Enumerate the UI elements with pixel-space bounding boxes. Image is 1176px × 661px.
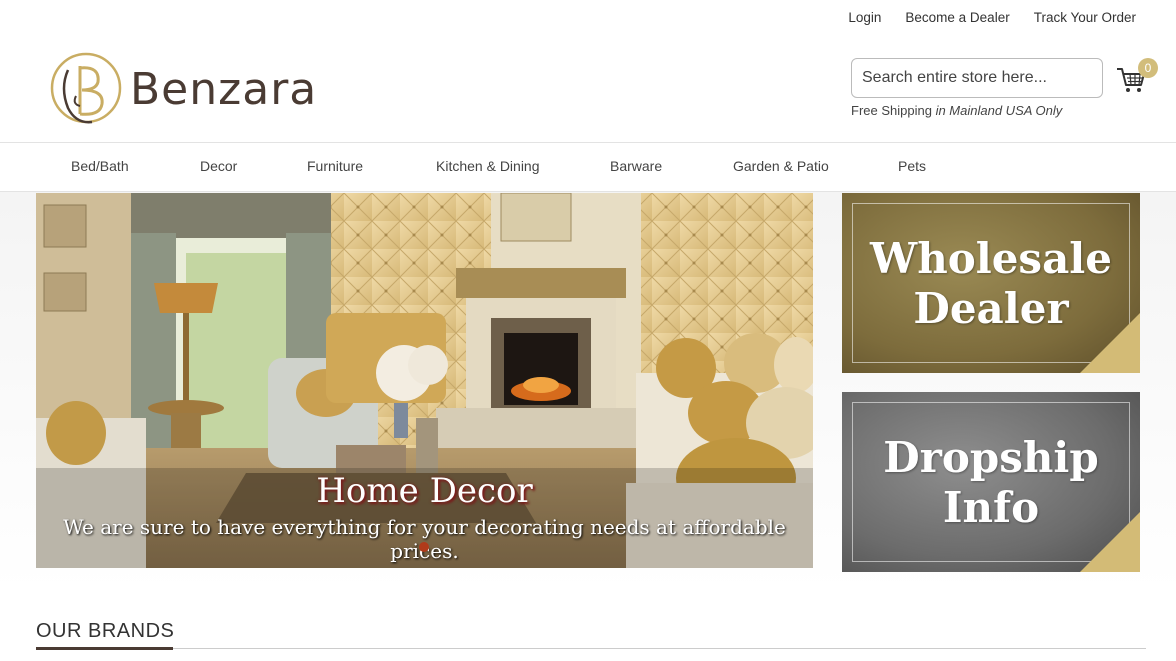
nav-item-furniture[interactable]: Furniture bbox=[307, 158, 363, 174]
nav-item-bed-bath[interactable]: Bed/Bath bbox=[71, 158, 129, 174]
login-link[interactable]: Login bbox=[848, 10, 881, 25]
wholesale-line2: Dealer bbox=[913, 284, 1069, 333]
nav-item-barware[interactable]: Barware bbox=[610, 158, 662, 174]
hero-slider[interactable]: Home Decor We are sure to have everythin… bbox=[36, 193, 813, 568]
top-links: Login Become a Dealer Track Your Order bbox=[848, 10, 1136, 25]
main-nav: Bed/Bath Decor Furniture Kitchen & Dinin… bbox=[0, 142, 1176, 192]
hero-subtitle: We are sure to have everything for your … bbox=[63, 515, 786, 563]
cart-count-badge: 0 bbox=[1138, 58, 1158, 78]
track-order-link[interactable]: Track Your Order bbox=[1034, 10, 1136, 25]
brands-heading-underline bbox=[36, 647, 173, 650]
wholesale-dealer-banner[interactable]: Wholesale Dealer bbox=[842, 193, 1140, 373]
brands-divider bbox=[36, 648, 1146, 649]
slider-dot-active[interactable] bbox=[419, 542, 429, 552]
our-brands-heading: OUR BRANDS bbox=[36, 620, 175, 642]
logo-monogram-icon bbox=[50, 52, 122, 124]
shipping-suffix: in Mainland USA Only bbox=[935, 103, 1063, 118]
shipping-note: Free Shipping in Mainland USA Only bbox=[851, 103, 1062, 118]
dropship-info-banner[interactable]: Dropship Info bbox=[842, 392, 1140, 572]
nav-item-decor[interactable]: Decor bbox=[200, 158, 237, 174]
nav-item-pets[interactable]: Pets bbox=[898, 158, 926, 174]
dropship-line1: Dropship bbox=[883, 433, 1099, 482]
shipping-prefix: Free Shipping bbox=[851, 103, 932, 118]
nav-item-kitchen-dining[interactable]: Kitchen & Dining bbox=[436, 158, 540, 174]
dropship-line2: Info bbox=[942, 483, 1040, 532]
logo-text: Benzara bbox=[130, 63, 318, 115]
search-input[interactable] bbox=[851, 58, 1103, 98]
become-dealer-link[interactable]: Become a Dealer bbox=[905, 10, 1009, 25]
nav-item-garden-patio[interactable]: Garden & Patio bbox=[733, 158, 829, 174]
wholesale-line1: Wholesale bbox=[870, 234, 1112, 283]
hero-title: Home Decor bbox=[316, 471, 533, 511]
site-logo[interactable]: Benzara bbox=[48, 50, 317, 128]
